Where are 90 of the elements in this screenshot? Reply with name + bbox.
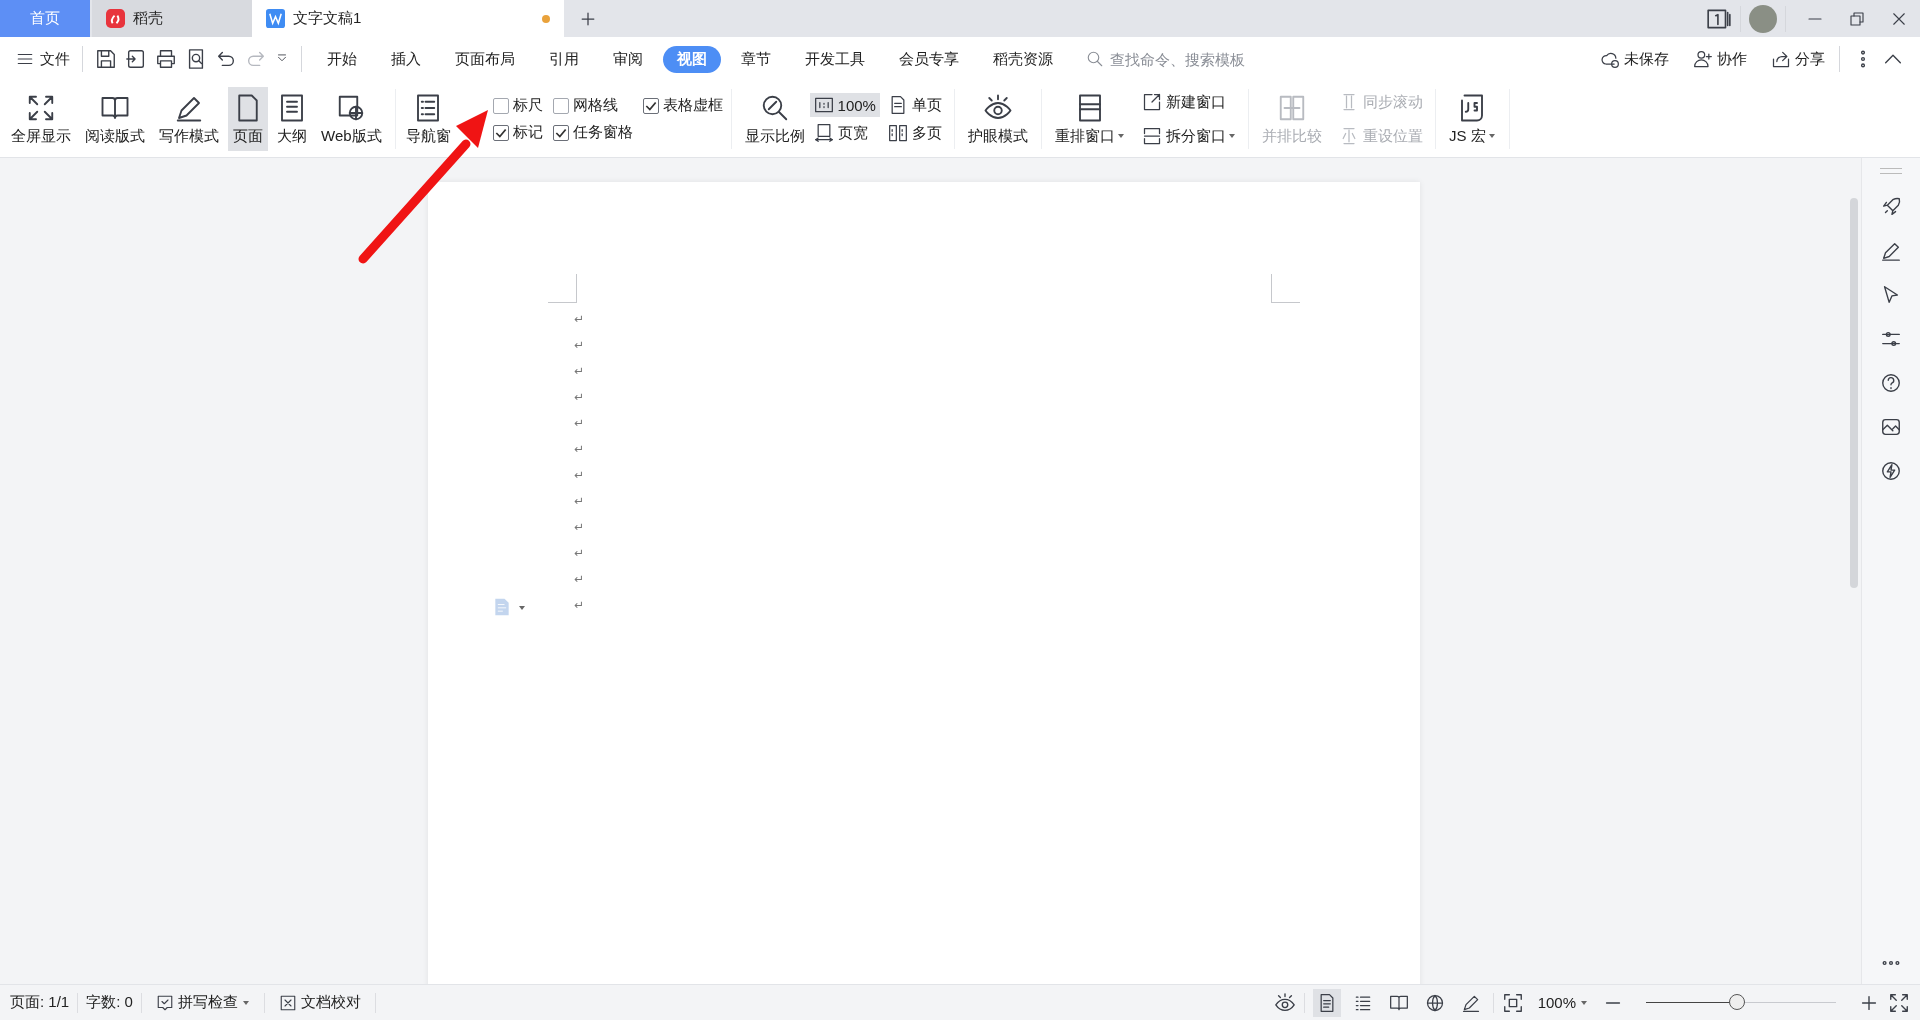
help-icon[interactable] — [1880, 372, 1902, 394]
window-button[interactable]: 拆分窗口 — [1137, 121, 1240, 151]
check-icon — [155, 993, 174, 1012]
view-mode-button[interactable]: 大纲 — [272, 87, 312, 151]
word-count[interactable]: 字数: 0 — [86, 993, 133, 1012]
export-icon[interactable] — [125, 48, 147, 70]
toolbar-action[interactable]: 未保存 — [1594, 48, 1675, 70]
ribbon-tab[interactable]: 开发工具 — [791, 45, 879, 73]
toolbar-action[interactable]: 分享 — [1765, 48, 1831, 70]
view-mode-button[interactable]: 阅读版式 — [80, 87, 150, 151]
zoom-button[interactable]: 显示比例 — [739, 87, 810, 151]
view-mode-button[interactable]: 页面 — [228, 87, 268, 151]
window-button[interactable]: 重排窗口 — [1049, 87, 1130, 151]
search-icon — [1086, 50, 1104, 68]
corner-mark — [548, 274, 577, 303]
ribbon-tab[interactable]: 页面布局 — [441, 45, 529, 73]
paragraph-mark: ↵ — [574, 545, 585, 562]
ribbon-tab[interactable]: 会员专享 — [885, 45, 973, 73]
multi-page-icon — [887, 123, 908, 143]
option-checkbox[interactable]: 网格线 — [552, 96, 633, 115]
paragraph-mark: ↵ — [574, 571, 585, 588]
option-checkbox[interactable]: 表格虚框 — [642, 96, 723, 115]
bolt-icon[interactable] — [1880, 460, 1902, 482]
window-button[interactable]: 新建窗口 — [1137, 87, 1240, 117]
paragraph-mark: ↵ — [574, 597, 585, 614]
page-view-icon[interactable] — [1312, 988, 1341, 1017]
split-window-icon — [1141, 126, 1162, 146]
paragraph-mark: ↵ — [574, 363, 585, 380]
paragraph-mark: ↵ — [574, 415, 585, 432]
paragraph-mark: ↵ — [574, 493, 585, 510]
fit-window-icon[interactable] — [1501, 991, 1524, 1014]
page-width-icon — [813, 123, 834, 143]
option-checkbox[interactable]: 标记 — [492, 123, 543, 142]
ribbon-tab[interactable]: 审阅 — [599, 45, 657, 73]
paragraph-mark: ↵ — [574, 441, 585, 458]
ribbon-tab[interactable]: 插入 — [377, 45, 435, 73]
restore-icon[interactable] — [1848, 9, 1866, 28]
paragraph-mark: ↵ — [574, 337, 585, 354]
compare-button: 同步滚动 — [1334, 87, 1427, 117]
ratio-icon — [813, 95, 834, 115]
fullscreen-icon[interactable] — [1888, 991, 1910, 1014]
paragraph-mark: ↵ — [574, 467, 585, 484]
page-layout-button[interactable]: 页宽 — [809, 121, 880, 145]
toolbar-action[interactable]: 协作 — [1687, 48, 1753, 70]
page-layout-button[interactable]: 多页 — [883, 121, 946, 145]
compare-button: 重设位置 — [1334, 121, 1427, 151]
actual-size-button[interactable]: 100% — [809, 93, 880, 117]
slider-thumb[interactable] — [1729, 994, 1746, 1010]
option-checkbox[interactable]: 标尺 — [492, 96, 543, 115]
page-count[interactable]: 页面: 1/1 — [10, 993, 70, 1012]
rocket-icon[interactable] — [1880, 196, 1902, 218]
caret-icon — [1580, 998, 1588, 1007]
caret-icon[interactable] — [518, 604, 526, 612]
macro-button[interactable]: JS 宏 — [1443, 87, 1501, 151]
eye-icon[interactable] — [1273, 991, 1296, 1014]
cross-box-icon — [278, 993, 297, 1012]
spell-check-button[interactable]: 拼写检查 — [149, 992, 256, 1013]
share-icon — [1771, 49, 1791, 69]
save-icon[interactable] — [95, 48, 117, 70]
document-tab[interactable]: 稻壳 — [92, 0, 252, 37]
paragraph-mark: ↵ — [574, 519, 585, 536]
flame-logo-icon — [106, 9, 125, 28]
image-icon[interactable] — [1880, 416, 1902, 438]
page-layout-button[interactable]: 单页 — [883, 93, 946, 117]
view-mode-button[interactable]: 全屏显示 — [6, 87, 76, 151]
compare-button: 并排比较 — [1256, 87, 1327, 151]
new-window-icon — [1141, 92, 1162, 112]
eye-care-button[interactable]: 护眼模式 — [962, 87, 1033, 151]
add-person-icon — [1693, 49, 1713, 69]
paragraph-mark: ↵ — [574, 389, 585, 406]
writer-logo-icon — [266, 9, 285, 28]
zoom-dropdown[interactable]: 100% — [1531, 993, 1594, 1012]
avatar[interactable] — [1749, 4, 1777, 33]
file-menu-button[interactable]: 文件 — [12, 45, 74, 73]
option-checkbox[interactable]: 任务窗格 — [552, 123, 633, 142]
print-icon[interactable] — [155, 48, 177, 70]
ribbon-tab[interactable]: 引用 — [535, 45, 593, 73]
caret-icon — [241, 998, 250, 1007]
view-mode-button[interactable]: Web版式 — [316, 87, 387, 151]
ribbon-tab[interactable]: 稻壳资源 — [979, 45, 1067, 73]
paragraph-mark: ↵ — [574, 311, 585, 328]
view-mode-button[interactable]: 写作模式 — [154, 87, 224, 151]
search-field[interactable]: 查找命令、搜索模板 — [1086, 49, 1282, 69]
proofread-button[interactable]: 文档校对 — [272, 992, 367, 1013]
navigation-pane-button[interactable]: 导航窗 — [403, 87, 453, 151]
ribbon-tab[interactable]: 章节 — [727, 45, 785, 73]
ribbon-tab[interactable]: 开始 — [313, 45, 371, 73]
document-tab[interactable]: 文字文稿1 — [252, 0, 564, 37]
corner-mark — [1271, 274, 1300, 303]
pen-icon[interactable] — [1880, 240, 1902, 262]
